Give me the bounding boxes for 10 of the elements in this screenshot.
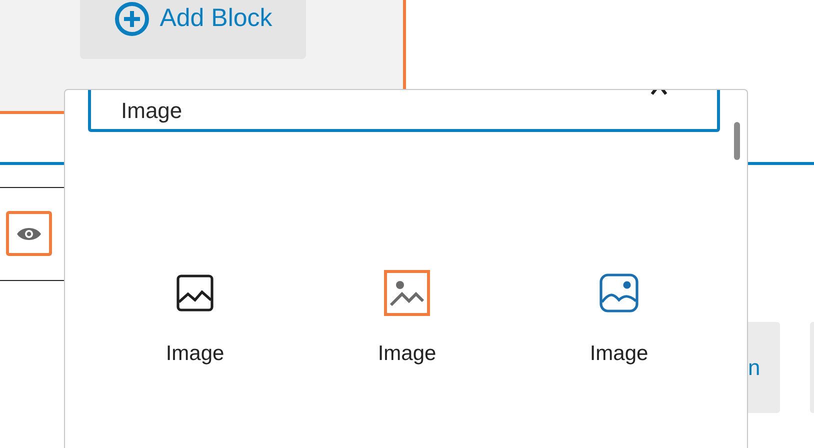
scrollbar-thumb[interactable] (734, 122, 740, 160)
image-icon (599, 273, 639, 313)
search-field[interactable]: Image (88, 90, 720, 132)
visibility-button[interactable] (6, 211, 52, 256)
block-item[interactable]: Image (301, 270, 513, 366)
eye-icon (16, 226, 42, 242)
image-icon (176, 274, 214, 312)
block-item[interactable]: Image (89, 270, 301, 366)
block-item[interactable]: Image (513, 270, 725, 366)
plus-circle-icon (114, 0, 150, 36)
